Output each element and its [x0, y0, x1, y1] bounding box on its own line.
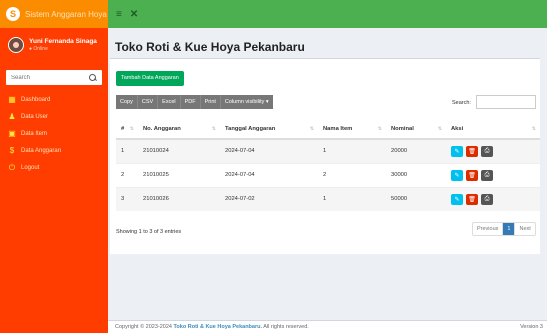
sidebar-item-label: Data Anggaran: [21, 147, 62, 154]
sidebar-item-data-item[interactable]: ▣ Data Item: [0, 125, 108, 142]
cell-index: 1: [116, 138, 138, 163]
print-icon[interactable]: ⎙: [481, 169, 493, 181]
data-panel: Tambah Data Anggaran Copy CSV Excel PDF …: [110, 58, 540, 254]
sort-icon: ⇅: [377, 126, 382, 132]
export-toolbar: Copy CSV Excel PDF Print Column visibili…: [116, 95, 273, 109]
csv-button[interactable]: CSV: [137, 95, 159, 109]
col-header-nominal[interactable]: Nominal ⇅: [386, 119, 446, 140]
table-row: 2 21010025 2024-07-04 2 30000 ✎ 🗑 ⎙: [116, 162, 540, 187]
data-box: Tambah Data Anggaran Copy CSV Excel PDF …: [110, 58, 547, 254]
delete-icon[interactable]: 🗑: [466, 193, 478, 205]
brand[interactable]: S Sistem Anggaran Hoya: [0, 0, 108, 28]
footer-suffix: All rights reserved.: [262, 324, 309, 330]
column-visibility-button[interactable]: Column visibility ▾: [220, 95, 273, 109]
cell-no-anggaran: 21010025: [138, 162, 220, 187]
cell-index: 3: [116, 186, 138, 211]
sort-icon: ⇅: [309, 126, 314, 132]
table-row: 3 21010026 2024-07-02 1 50000 ✎ 🗑 ⎙: [116, 186, 540, 211]
user-icon: ♟: [8, 111, 16, 121]
sort-icon: ⇅: [437, 126, 442, 132]
col-header-tanggal[interactable]: Tanggal Anggaran ⇅: [220, 119, 318, 140]
print-icon[interactable]: ⎙: [481, 193, 493, 205]
sidebar-item-logout[interactable]: ⏻ Logout: [0, 159, 108, 176]
sidebar-item-data-user[interactable]: ♟ Data User: [0, 108, 108, 125]
add-anggaran-button[interactable]: Tambah Data Anggaran: [116, 71, 184, 86]
topbar: ≡ ✕: [108, 0, 547, 28]
pager-previous[interactable]: Previous: [473, 223, 504, 235]
table-search-input[interactable]: [476, 95, 536, 109]
pdf-button[interactable]: PDF: [180, 95, 201, 109]
footer-version: Version 3: [520, 324, 543, 330]
table-search-label: Search:: [452, 100, 471, 106]
cell-aksi: ✎ 🗑 ⎙: [446, 162, 540, 187]
sidebar: S Sistem Anggaran Hoya Yuni Fernanda Sin…: [0, 0, 108, 333]
footer: Copyright © 2023-2024 Toko Roti & Kue Ho…: [108, 320, 547, 333]
copy-button[interactable]: Copy: [116, 95, 138, 109]
sidebar-search: [6, 70, 102, 85]
cell-nominal: 20000: [386, 138, 446, 163]
col-header-no-anggaran[interactable]: No. Anggaran ⇅: [138, 119, 220, 140]
close-icon[interactable]: ✕: [130, 9, 138, 20]
col-header-nama-item[interactable]: Nama Item ⇅: [318, 119, 386, 140]
edit-icon[interactable]: ✎: [451, 145, 463, 157]
power-icon: ⏻: [8, 162, 16, 172]
print-icon[interactable]: ⎙: [481, 145, 493, 157]
cell-nominal: 50000: [386, 186, 446, 211]
cell-nominal: 30000: [386, 162, 446, 187]
sort-icon: ⇅: [129, 126, 134, 132]
sidebar-item-label: Data Item: [21, 130, 48, 137]
delete-icon[interactable]: 🗑: [466, 169, 478, 181]
cell-tanggal: 2024-07-04: [220, 162, 318, 187]
print-button[interactable]: Print: [200, 95, 221, 109]
pager-page-1[interactable]: 1: [503, 223, 516, 235]
page-title: Toko Roti & Kue Hoya Pekanbaru: [115, 40, 305, 54]
table-info: Showing 1 to 3 of 3 entries: [116, 229, 182, 235]
sort-icon: ⇅: [531, 126, 536, 132]
cell-nama-item: 2: [318, 162, 386, 187]
grid-icon: ▦: [8, 94, 16, 104]
search-icon[interactable]: [89, 73, 97, 82]
pagination: Previous 1 Next: [472, 222, 536, 236]
col-header-aksi[interactable]: Aksi ⇅: [446, 119, 540, 140]
cell-aksi: ✎ 🗑 ⎙: [446, 138, 540, 163]
sidebar-menu: ▦ Dashboard ♟ Data User ▣ Data Item $ Data A…: [0, 91, 108, 176]
sidebar-item-dashboard[interactable]: ▦ Dashboard: [0, 91, 108, 108]
sidebar-search-input[interactable]: [11, 74, 81, 81]
excel-button[interactable]: Excel: [158, 95, 181, 109]
brand-title: Sistem Anggaran Hoya: [25, 9, 107, 19]
footer-brand-link[interactable]: Toko Roti & Kue Hoya Pekanbaru.: [173, 324, 262, 330]
cell-no-anggaran: 21010024: [138, 138, 220, 163]
cell-no-anggaran: 21010026: [138, 186, 220, 211]
user-status: ● Online: [29, 46, 48, 52]
delete-icon[interactable]: 🗑: [466, 145, 478, 157]
sidebar-item-label: Dashboard: [21, 96, 51, 103]
sidebar-item-data-anggaran[interactable]: $ Data Anggaran: [0, 142, 108, 159]
cell-aksi: ✎ 🗑 ⎙: [446, 186, 540, 211]
sidebar-item-label: Logout: [21, 164, 40, 171]
brand-logo-icon: S: [6, 7, 20, 21]
edit-icon[interactable]: ✎: [451, 169, 463, 181]
cell-tanggal: 2024-07-02: [220, 186, 318, 211]
pager-next[interactable]: Next: [515, 223, 534, 235]
dollar-icon: $: [9, 145, 15, 155]
sort-icon: ⇅: [211, 126, 216, 132]
edit-icon[interactable]: ✎: [451, 193, 463, 205]
cell-nama-item: 1: [318, 186, 386, 211]
cell-tanggal: 2024-07-04: [220, 138, 318, 163]
table-row: 1 21010024 2024-07-04 1 20000 ✎ 🗑 ⎙: [116, 138, 540, 163]
box-icon: ▣: [8, 128, 16, 138]
col-header-index[interactable]: # ⇅: [116, 119, 138, 140]
cell-nama-item: 1: [318, 138, 386, 163]
menu-toggle-icon[interactable]: ≡: [116, 9, 122, 20]
user-name: Yuni Fernanda Sinaga: [29, 38, 97, 45]
sidebar-item-label: Data User: [21, 113, 49, 120]
cell-index: 2: [116, 162, 138, 187]
table-header-row: # ⇅ No. Anggaran ⇅ Tanggal Anggaran ⇅ Nama …: [116, 119, 540, 140]
avatar: [8, 37, 24, 53]
footer-prefix: Copyright © 2023-2024: [115, 324, 174, 330]
anggaran-table: # ⇅ No. Anggaran ⇅ Tanggal Anggaran ⇅ Nama …: [116, 119, 540, 211]
user-panel: Yuni Fernanda Sinaga ● Online: [0, 28, 108, 62]
